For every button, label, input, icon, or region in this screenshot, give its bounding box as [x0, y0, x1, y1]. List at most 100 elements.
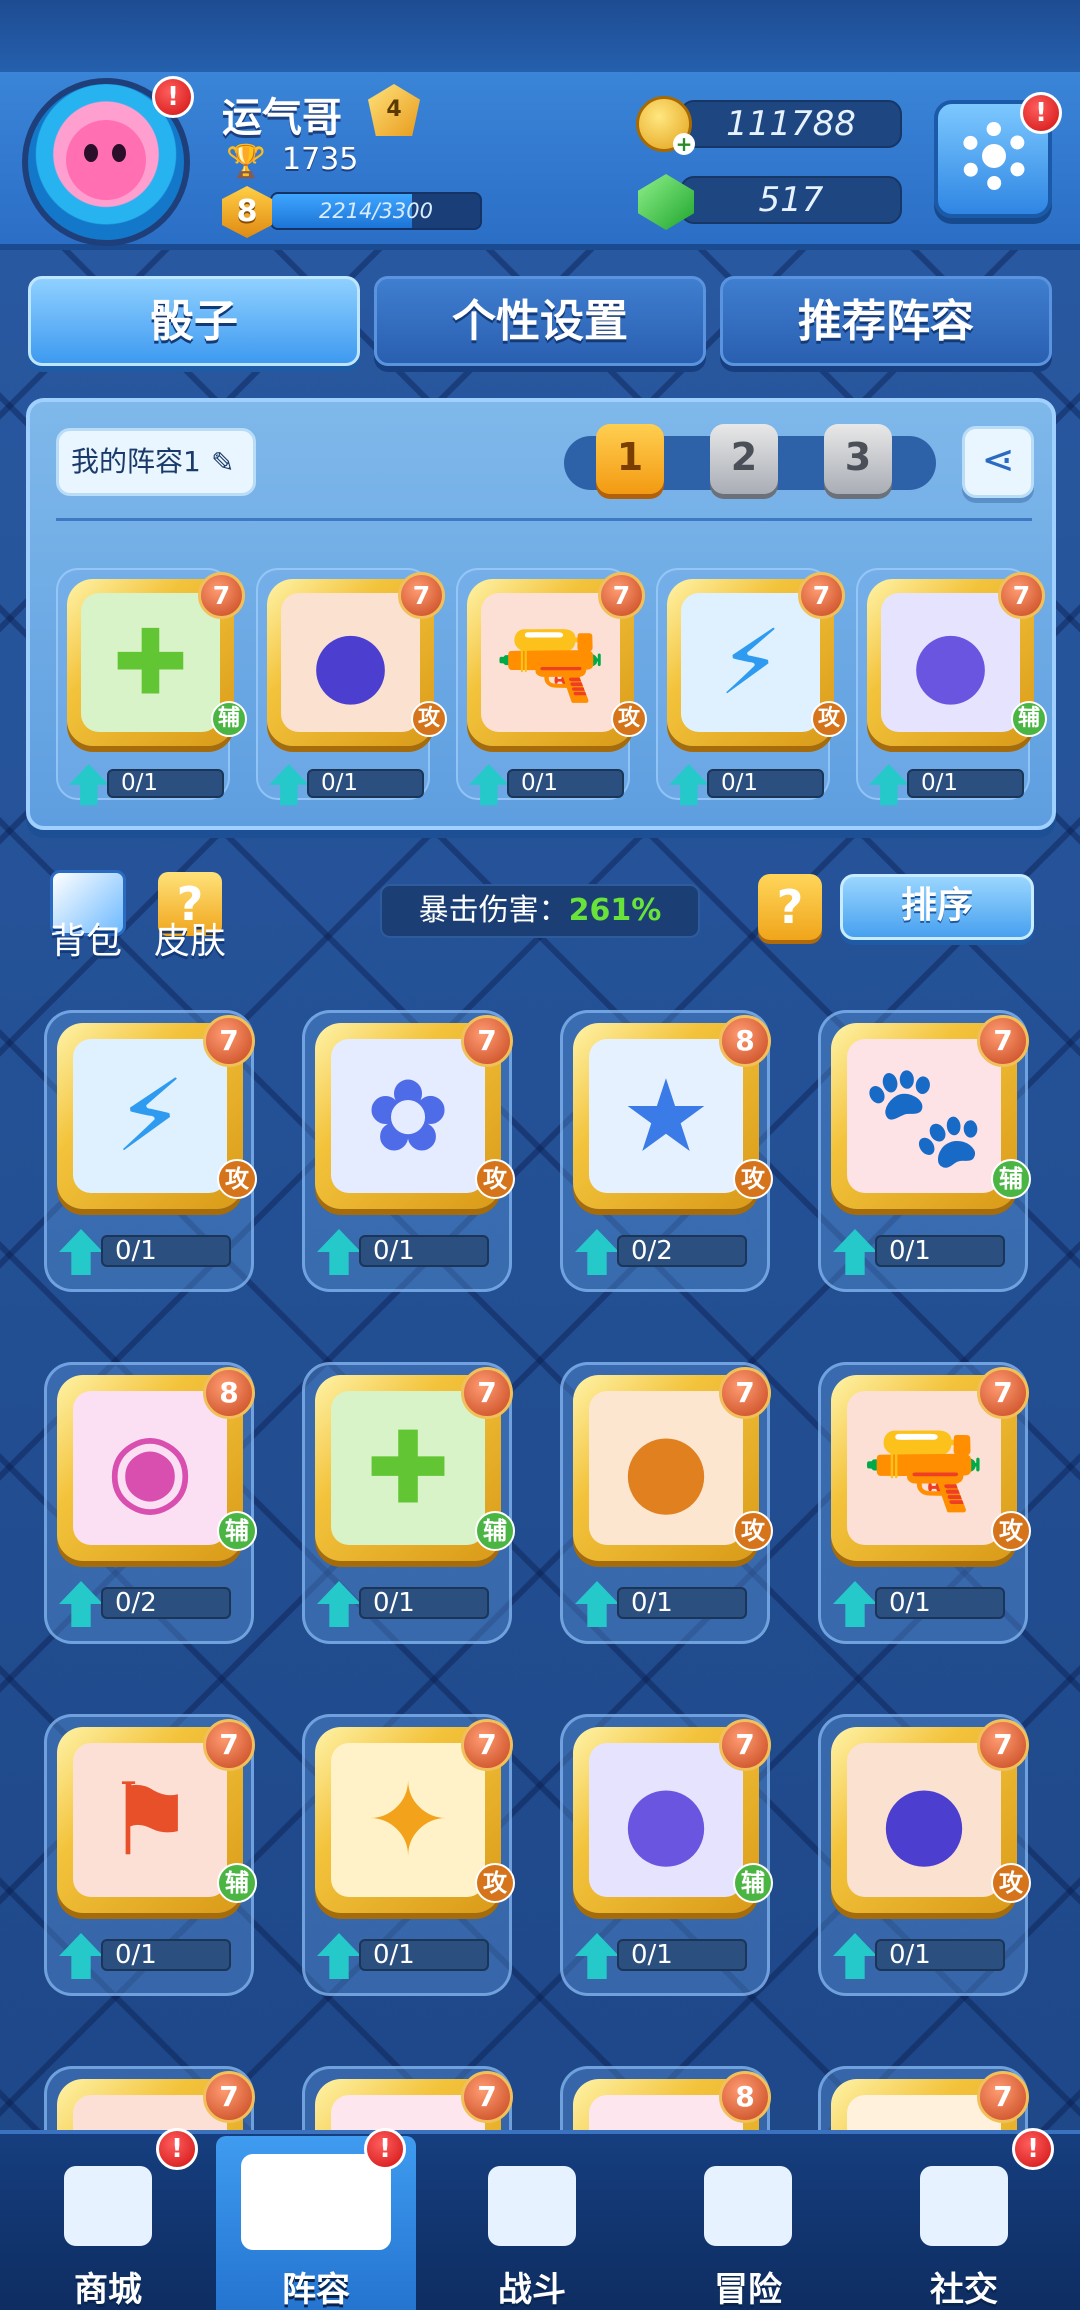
- bag-label[interactable]: 背包: [50, 912, 122, 964]
- deck-slot-3-button[interactable]: 3: [824, 424, 892, 494]
- card-type-badge: 辅: [733, 1863, 773, 1903]
- dice-card[interactable]: ⚡ 7 攻 0/1: [44, 1010, 257, 1292]
- nav-item-3[interactable]: 战斗: [432, 2136, 632, 2310]
- share-button[interactable]: ⋖: [962, 426, 1034, 498]
- chat-bubbles-icon: [920, 2166, 1008, 2246]
- card-type-badge: 攻: [475, 1863, 515, 1903]
- upgrade-progress: 0/1: [907, 769, 1024, 798]
- upgrade-progress: 0/1: [359, 1235, 489, 1267]
- card-art-bg: ✿: [331, 1039, 485, 1193]
- level-badge: 7: [461, 2071, 513, 2123]
- deck-name-button[interactable]: 我的阵容1 ✎: [56, 428, 256, 496]
- upgrade-progress: 0/1: [107, 769, 224, 798]
- upgrade-arrow-icon: [59, 1581, 103, 1627]
- card-type-badge: 攻: [611, 701, 647, 737]
- card-type-badge: 辅: [217, 1863, 257, 1903]
- upgrade-arrow-icon: [69, 764, 109, 806]
- help-button[interactable]: ?: [758, 874, 822, 940]
- red-flag-icon: ⚑: [105, 1761, 195, 1879]
- shop-icon: [64, 2166, 152, 2246]
- card-art-bg: ✚: [331, 1391, 485, 1545]
- card-art-bg: ●: [589, 1391, 743, 1545]
- upgrade-progress: 0/1: [359, 1587, 489, 1619]
- level-badge: 7: [598, 572, 645, 619]
- card-type-badge: 攻: [217, 1159, 257, 1199]
- gear-hub: [982, 144, 1006, 168]
- card-type-badge: 辅: [991, 1159, 1031, 1199]
- crossed-swords-icon: [488, 2166, 576, 2246]
- trophy-icon: 🏆: [226, 142, 266, 180]
- level-badge: 7: [461, 1719, 513, 1771]
- skin-label[interactable]: 皮肤: [154, 912, 226, 964]
- avatar-eye-left: [84, 144, 98, 162]
- upgrade-progress: 0/2: [617, 1235, 747, 1267]
- dice-card[interactable]: 🔫 7 攻 0/1: [818, 1362, 1031, 1644]
- level-badge: 8: [719, 2071, 771, 2123]
- card-type-badge: 攻: [811, 701, 847, 737]
- upgrade-progress: 0/1: [307, 769, 424, 798]
- dice-card[interactable]: ● 7 攻 0/1: [818, 1714, 1031, 1996]
- deck-card[interactable]: ✚ 7 辅 0/1: [56, 568, 247, 806]
- level-badge: 7: [977, 1367, 1029, 1419]
- card-type-badge: 攻: [475, 1159, 515, 1199]
- nav-item-2[interactable]: 阵容!: [216, 2128, 416, 2310]
- card-art-bg: ⚡: [73, 1039, 227, 1193]
- sort-button[interactable]: 排序: [840, 874, 1034, 940]
- deck-slot-1-button[interactable]: 1: [596, 424, 664, 494]
- settings-button[interactable]: !: [934, 92, 1062, 218]
- upgrade-arrow-icon: [575, 1581, 619, 1627]
- tab-3[interactable]: 推荐阵容: [720, 276, 1052, 366]
- dice-card[interactable]: ✚ 7 辅 0/1: [302, 1362, 515, 1644]
- tab-2[interactable]: 个性设置: [374, 276, 706, 366]
- dice-card[interactable]: ✦ 7 攻 0/1: [302, 1714, 515, 1996]
- card-art-bg: ●: [847, 1743, 1001, 1897]
- red-gun-icon: 🔫: [861, 1409, 987, 1526]
- nav-item-1[interactable]: 商城!: [8, 2128, 208, 2310]
- upgrade-progress: 0/2: [101, 1587, 231, 1619]
- deck-card[interactable]: ⚡ 7 攻 0/1: [656, 568, 847, 806]
- upgrade-progress: 0/1: [359, 1939, 489, 1971]
- upgrade-progress: 0/1: [875, 1587, 1005, 1619]
- dice-card[interactable]: ● 7 攻 0/1: [560, 1362, 773, 1644]
- avatar[interactable]: !: [22, 76, 194, 246]
- upgrade-progress: 0/1: [617, 1587, 747, 1619]
- share-icon: ⋖: [981, 437, 1015, 483]
- dice-card[interactable]: 🐾 7 辅 0/1: [818, 1010, 1031, 1292]
- gold-coin-icon[interactable]: +: [636, 96, 695, 155]
- dice-card[interactable]: ◉ 8 辅 0/2: [44, 1362, 257, 1644]
- nav-label: 商城: [74, 2270, 142, 2310]
- dice-card[interactable]: ✿ 7 攻 0/1: [302, 1010, 515, 1292]
- nav-item-4[interactable]: 冒险: [648, 2136, 848, 2310]
- deck-slot-2-button[interactable]: 2: [710, 424, 778, 494]
- upgrade-arrow-icon: [575, 1229, 619, 1275]
- nav-item-5[interactable]: 社交!: [864, 2128, 1064, 2310]
- level-badge: 7: [998, 572, 1045, 619]
- xp-text: 2214/3300: [319, 199, 433, 223]
- dice-card[interactable]: ● 7 辅 0/1: [560, 1714, 773, 1996]
- upgrade-arrow-icon: [669, 764, 709, 806]
- add-gold-icon[interactable]: +: [673, 133, 695, 155]
- pink-eye-icon: ◉: [106, 1409, 194, 1527]
- upgrade-progress: 0/1: [101, 1939, 231, 1971]
- card-type-badge: 辅: [211, 701, 247, 737]
- nav-alert-badge: !: [1012, 2128, 1054, 2170]
- dice-card[interactable]: ★ 8 攻 0/2: [560, 1010, 773, 1292]
- card-art-bg: 🔫: [481, 593, 620, 732]
- dice-icon: [241, 2154, 391, 2250]
- card-art-bg: ⚑: [73, 1743, 227, 1897]
- status-bar-area: [0, 0, 1080, 72]
- level-badge: 8: [203, 1367, 255, 1419]
- deck-card[interactable]: 🔫 7 攻 0/1: [456, 568, 647, 806]
- card-art-bg: ●: [281, 593, 420, 732]
- tab-1[interactable]: 骰子: [28, 276, 360, 366]
- dice-card[interactable]: ⚑ 7 辅 0/1: [44, 1714, 257, 1996]
- nav-label: 阵容: [282, 2270, 350, 2310]
- avatar-eye-right: [112, 144, 126, 162]
- blue-stars-icon: ★: [621, 1057, 711, 1175]
- deck-card[interactable]: ● 7 辅 0/1: [856, 568, 1047, 806]
- deck-card[interactable]: ● 7 攻 0/1: [256, 568, 447, 806]
- level-badge: 7: [719, 1367, 771, 1419]
- card-type-badge: 攻: [991, 1511, 1031, 1551]
- deck-divider: [56, 518, 1032, 521]
- upgrade-progress: 0/1: [617, 1939, 747, 1971]
